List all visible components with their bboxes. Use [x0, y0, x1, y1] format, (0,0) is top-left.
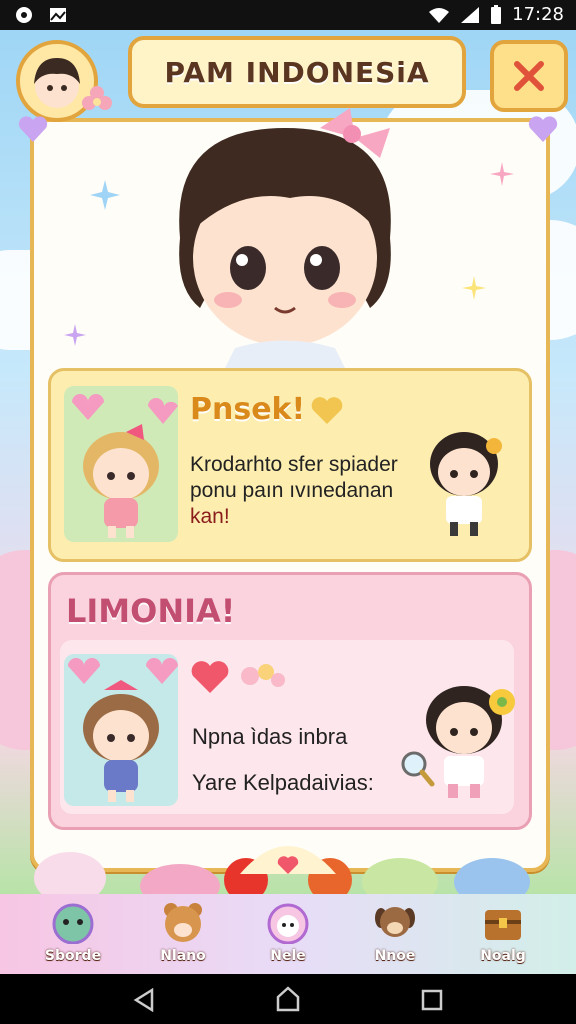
recents-icon[interactable] [420, 988, 444, 1012]
title-banner: PAM INDONESiA [128, 36, 466, 108]
close-icon [514, 61, 544, 91]
sparkle-icon [90, 180, 120, 210]
clock: 17:28 [512, 4, 564, 25]
heart-charm-icon [18, 116, 48, 142]
tab-label: Sborde [44, 948, 102, 964]
quest-line: kan! [190, 505, 230, 528]
bottom-tab-bar: Sborde Nlano Nele Nnoe Noalg [0, 894, 576, 974]
character-thumbnail [64, 654, 178, 806]
quest-line: Krodarhto sfer spiader [190, 453, 398, 476]
tab-label: Nele [270, 948, 306, 964]
brown-hair-girl-icon [68, 658, 178, 802]
battery-icon [491, 4, 502, 24]
bunny-icon [267, 903, 309, 944]
home-icon[interactable] [275, 986, 301, 1012]
treasure-chest-icon [485, 910, 521, 940]
tab-nele[interactable]: Nele [243, 894, 333, 974]
flower-cluster-icon [241, 664, 285, 687]
frog-icon [52, 903, 94, 944]
back-icon[interactable] [132, 988, 156, 1012]
sparkle-icon [64, 324, 86, 346]
character-parade [34, 846, 530, 898]
dark-hair-boy-icon [430, 432, 502, 536]
image-notification-icon [50, 8, 66, 22]
event-title: LIMONIA! [66, 592, 236, 630]
character-thumbnail [64, 386, 178, 542]
status-bar: 17:28 [0, 0, 576, 30]
quest-line: ponu paın ıvınedanan [190, 479, 394, 502]
heart-icon [311, 397, 343, 424]
quest-description: Krodarhto sfer spiader ponu paın ıvıneda… [190, 452, 420, 530]
heart-charm-icon [528, 116, 558, 142]
tab-label: Nlano [160, 948, 206, 964]
tab-noalg[interactable]: Noalg [458, 894, 548, 974]
bear-icon [164, 903, 202, 942]
tab-label: Nnoe [374, 948, 416, 964]
close-button[interactable] [490, 40, 568, 112]
dog-icon [375, 907, 415, 937]
tab-nlano[interactable]: Nlano [138, 894, 228, 974]
notification-icon [16, 7, 32, 23]
quest-title: Pnsek! [190, 392, 306, 427]
signal-icon [461, 6, 480, 23]
sparkle-icon [462, 276, 486, 300]
sparkle-icon [490, 162, 514, 186]
wifi-icon [429, 7, 450, 23]
heart-icon [191, 661, 229, 693]
hero-character-illustration [179, 108, 391, 368]
tab-sborde[interactable]: Sborde [28, 894, 118, 974]
event-line: Yare Kelpadaivias: [192, 770, 374, 795]
page-title: PAM INDONESiA [164, 55, 430, 89]
flower-icon [82, 86, 112, 110]
tab-nnoe[interactable]: Nnoe [350, 894, 440, 974]
curly-hair-boy-icon [426, 686, 515, 798]
blonde-girl-icon [72, 394, 178, 538]
tab-label: Noalg [480, 948, 526, 964]
event-line: Npna ìdas inbra [192, 724, 348, 749]
system-nav-bar [0, 974, 576, 1024]
